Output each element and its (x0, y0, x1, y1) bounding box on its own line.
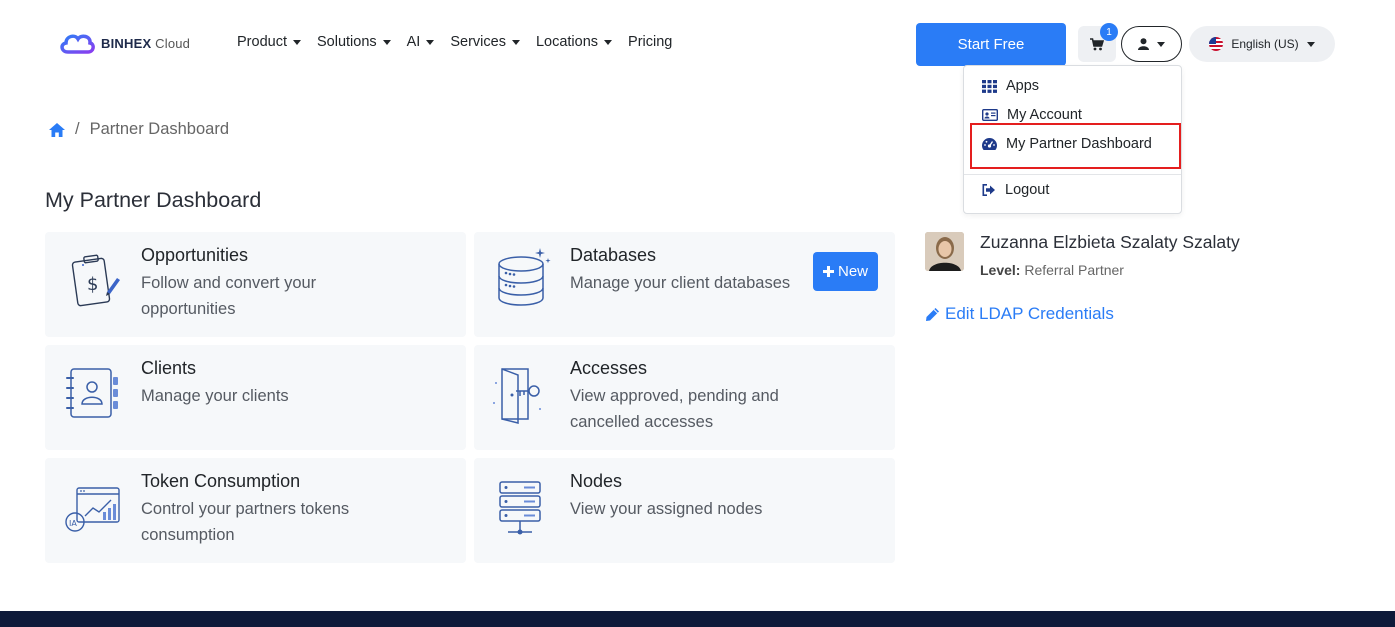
breadcrumb-current: Partner Dashboard (89, 120, 230, 138)
card-accesses[interactable]: Accesses View approved, pending and canc… (474, 345, 895, 450)
caret-down-icon (292, 39, 301, 45)
cart-icon (1090, 37, 1104, 50)
user-level: Level: Referral Partner (980, 262, 1124, 278)
nav-pricing[interactable]: Pricing (628, 34, 672, 50)
menu-item-label: Apps (1006, 78, 1040, 94)
card-description: View approved, pending and cancelled acc… (570, 387, 779, 431)
language-label: English (US) (1231, 37, 1299, 51)
logout-icon (982, 184, 995, 196)
card-description: Manage your client databases (570, 274, 791, 292)
menu-item-label: Logout (1005, 182, 1050, 198)
nav-label: Product (237, 34, 287, 50)
card-nodes[interactable]: Nodes View your assigned nodes (474, 458, 895, 563)
svg-text:IA: IA (69, 519, 77, 528)
token-chart-icon: IA (65, 487, 120, 532)
edit-ldap-label: Edit LDAP Credentials (945, 304, 1114, 323)
cart-count-badge: 1 (1100, 23, 1118, 41)
pencil-icon (926, 307, 939, 321)
level-label: Level: (980, 262, 1021, 278)
key-door-icon (493, 368, 541, 424)
edit-ldap-credentials-link[interactable]: Edit LDAP Credentials (925, 304, 1114, 324)
nav-label: Solutions (316, 34, 377, 50)
card-description: Follow and convert your opportunities (141, 274, 317, 318)
user-name: Zuzanna Elzbieta Szalaty Szalaty (980, 232, 1240, 252)
footer-bar (0, 611, 1395, 627)
nav-services[interactable]: Services (450, 34, 520, 50)
menu-item-apps[interactable]: Apps (982, 78, 1039, 94)
card-databases[interactable]: Databases Manage your client databases N… (474, 232, 895, 337)
menu-item-my-account[interactable]: My Account (982, 107, 1082, 123)
card-title: Nodes (570, 471, 623, 491)
home-icon[interactable] (49, 122, 65, 137)
avatar (925, 232, 964, 271)
page-title: My Partner Dashboard (45, 188, 262, 212)
logo-bold-text: BINHEX (101, 35, 152, 51)
cloud-logo-icon (60, 34, 95, 54)
new-database-button[interactable]: New (813, 252, 878, 291)
nav-product[interactable]: Product (237, 34, 301, 50)
breadcrumb-separator: / (75, 120, 80, 138)
card-description: Manage your clients (141, 387, 289, 405)
menu-item-label: My Account (1007, 107, 1082, 123)
user-menu-button[interactable] (1121, 26, 1182, 62)
caret-down-icon (1157, 41, 1165, 47)
caret-down-icon (382, 39, 391, 45)
highlight-box (970, 123, 1181, 169)
card-title: Clients (141, 358, 197, 378)
menu-item-logout[interactable]: Logout (982, 182, 1049, 198)
user-icon (1138, 38, 1149, 50)
card-title: Opportunities (141, 245, 249, 265)
server-icon (499, 481, 541, 535)
binhex-logo[interactable]: BINHEX Cloud (58, 30, 190, 56)
card-title: Databases (570, 245, 657, 265)
us-flag-icon (1209, 37, 1224, 51)
start-free-button[interactable]: Start Free (916, 23, 1066, 66)
id-card-icon (982, 109, 998, 121)
card-title: Accesses (570, 358, 648, 378)
nav-label: Pricing (628, 34, 673, 50)
logo-light-text: Cloud (155, 35, 191, 51)
avatar-photo (925, 232, 964, 271)
nav-locations[interactable]: Locations (535, 34, 613, 50)
opportunities-icon: $ (71, 254, 120, 307)
nav-solutions[interactable]: Solutions (317, 34, 391, 50)
card-description: View your assigned nodes (570, 500, 763, 518)
user-dropdown-menu: Apps My Account My Partner Dashboard Log… (963, 65, 1182, 214)
nav-label: Locations (535, 34, 599, 50)
main-nav: Product Solutions AI Services Locations … (237, 34, 672, 50)
caret-down-icon (511, 39, 520, 45)
nav-label: AI (406, 34, 421, 50)
caret-down-icon (426, 39, 435, 45)
menu-divider (964, 174, 1181, 175)
breadcrumb: / Partner Dashboard (49, 120, 229, 139)
card-token-consumption[interactable]: IA Token Consumption Control your partne… (45, 458, 466, 563)
caret-down-icon (1306, 41, 1315, 47)
nav-ai[interactable]: AI (407, 34, 435, 50)
card-description: Control your partners tokens consumption (141, 500, 350, 544)
caret-down-icon (604, 39, 613, 45)
level-value: Referral Partner (1024, 262, 1124, 278)
new-button-label: New (837, 263, 868, 280)
nav-label: Services (450, 34, 506, 50)
grid-icon (982, 79, 997, 93)
plus-icon (822, 266, 834, 277)
clients-icon (66, 368, 118, 418)
card-clients[interactable]: Clients Manage your clients (45, 345, 466, 450)
card-title: Token Consumption (141, 471, 301, 491)
svg-text:$: $ (87, 274, 98, 295)
language-selector[interactable]: English (US) (1189, 26, 1335, 62)
card-opportunities[interactable]: $ Opportunities Follow and convert your … (45, 232, 466, 337)
database-icon (498, 248, 551, 306)
